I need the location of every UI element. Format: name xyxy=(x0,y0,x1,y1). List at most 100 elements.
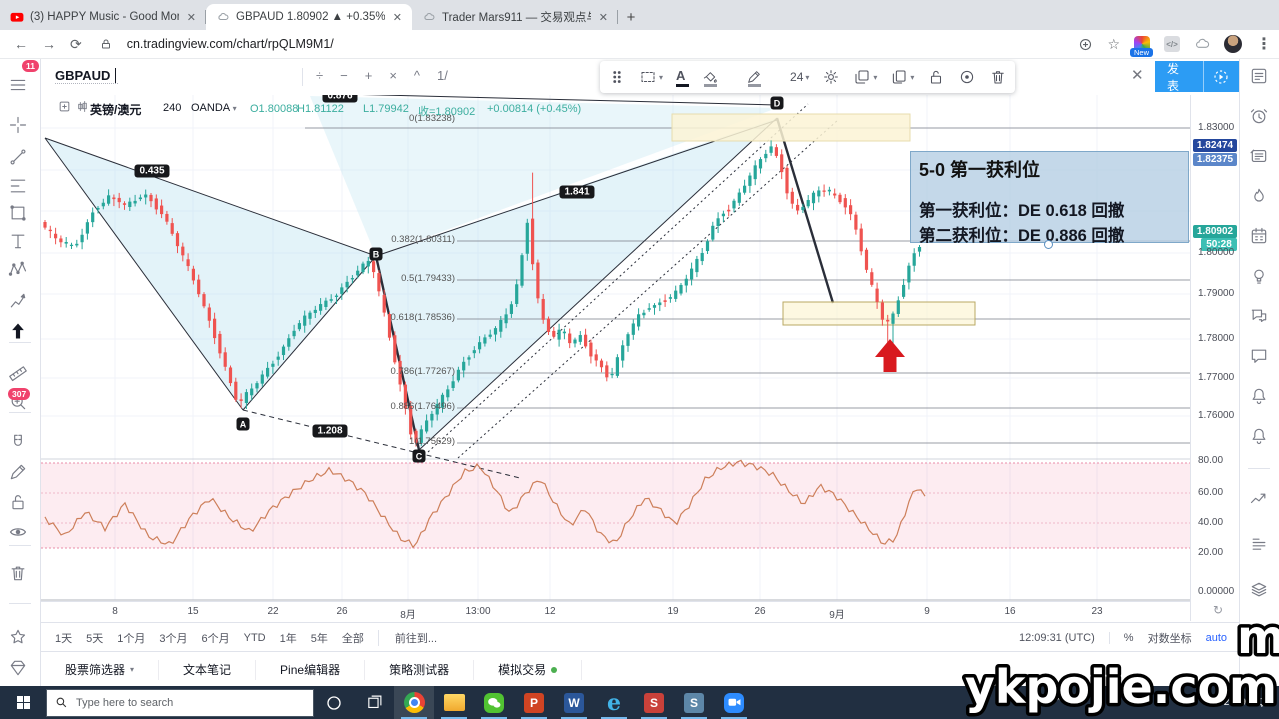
sidebar-flame-icon[interactable] xyxy=(1249,186,1269,206)
style-template-button[interactable]: ▾ xyxy=(639,68,663,86)
tab-close-icon[interactable]: ✕ xyxy=(185,11,198,24)
compare-op[interactable]: × xyxy=(389,68,397,83)
tray-chevron-icon[interactable]: ⌃ xyxy=(1054,696,1063,709)
clone-icon[interactable] xyxy=(890,68,908,86)
layer-order-icon[interactable] xyxy=(853,68,871,86)
symbol-search-input[interactable]: GBPAUD xyxy=(55,68,118,84)
range-button[interactable]: 3个月 xyxy=(159,630,187,646)
start-button[interactable] xyxy=(0,686,46,719)
goto-date-button[interactable]: 前往到... xyxy=(378,630,437,646)
axis-reset-icon[interactable]: ↻ xyxy=(1213,603,1223,617)
add-symbol-icon[interactable] xyxy=(58,100,71,113)
symbol-name[interactable]: 英镑/澳元 xyxy=(90,101,141,118)
text-annotation-box[interactable]: 5-0 第一获利位 第一获利位：DE 0.618 回撤 第二获利位：DE 0.8… xyxy=(910,151,1189,243)
taskbar-sublime-blue[interactable]: S xyxy=(674,686,714,719)
sidebar-comment-icon[interactable] xyxy=(1249,346,1269,366)
sidebar-alarm-icon[interactable] xyxy=(1249,106,1269,126)
settings-icon[interactable] xyxy=(822,68,840,86)
range-button[interactable]: 1天 xyxy=(55,630,72,646)
tool-ruler-icon[interactable] xyxy=(8,362,28,382)
taskbar-chrome[interactable] xyxy=(394,686,434,719)
tool-text-icon[interactable] xyxy=(8,231,28,251)
tool-xabcd-icon[interactable] xyxy=(8,260,28,280)
publish-button[interactable]: 发表 xyxy=(1155,61,1203,92)
tool-trash-icon[interactable] xyxy=(8,563,28,583)
range-button[interactable]: 1年 xyxy=(280,630,297,646)
time-axis[interactable]: 81522268月13:001219269月91623 xyxy=(41,601,1240,622)
taskbar-wechat[interactable] xyxy=(474,686,514,719)
taskbar-powerpoint[interactable]: P xyxy=(514,686,554,719)
log-scale-button[interactable]: 对数坐标 xyxy=(1148,630,1192,646)
settings-button[interactable] xyxy=(822,68,840,86)
new-tab-button[interactable]: + xyxy=(618,4,644,30)
layer-order-button[interactable]: ▾ xyxy=(853,68,877,86)
footer-tab-4[interactable]: 模拟交易 xyxy=(474,660,582,680)
symbol-interval[interactable]: 240 xyxy=(163,102,181,114)
compare-op[interactable]: − xyxy=(340,68,348,83)
extension-rainbow-icon[interactable]: New xyxy=(1134,36,1150,52)
fill-color-icon[interactable] xyxy=(702,69,718,85)
extension-code-icon[interactable]: </> xyxy=(1164,36,1180,52)
compare-op[interactable]: + xyxy=(365,68,373,83)
drag-handle-button[interactable] xyxy=(608,68,626,86)
footer-tab-3[interactable]: 策略测试器 xyxy=(365,660,474,680)
chart-style-icon[interactable] xyxy=(76,100,89,113)
footer-tab-2[interactable]: Pine编辑器 xyxy=(256,660,365,680)
clone-button[interactable]: ▾ xyxy=(890,68,914,86)
cloud-sync-icon[interactable] xyxy=(1194,36,1210,52)
range-button[interactable]: 5年 xyxy=(311,630,328,646)
lock-button[interactable] xyxy=(927,68,945,86)
sidebar-watchlist-icon[interactable] xyxy=(1249,66,1269,86)
auto-scale-button[interactable]: auto xyxy=(1206,632,1227,644)
drag-handle-icon[interactable] xyxy=(608,68,626,86)
compare-op[interactable]: 1/ xyxy=(437,68,448,83)
tool-fib-icon[interactable] xyxy=(8,176,28,196)
tool-gem-icon[interactable] xyxy=(8,658,28,678)
tool-star-icon[interactable] xyxy=(8,627,28,647)
annotation-resize-handle[interactable] xyxy=(1044,240,1053,249)
browser-tab-1[interactable]: GBPAUD 1.80902 ▲ +0.35% Unn✕ xyxy=(206,4,412,30)
tool-trendline-icon[interactable] xyxy=(8,147,28,167)
forward-icon[interactable]: → xyxy=(42,36,56,52)
range-button[interactable]: 5天 xyxy=(86,630,103,646)
taskbar-sublime-red[interactable]: S xyxy=(634,686,674,719)
browser-menu-icon[interactable]: ⋮ xyxy=(1256,34,1272,54)
profile-avatar[interactable] xyxy=(1224,35,1242,53)
visibility-button[interactable] xyxy=(958,68,976,86)
range-button[interactable]: 1个月 xyxy=(117,630,145,646)
taskbar-edge[interactable]: e xyxy=(594,686,634,719)
taskbar-search[interactable]: Type here to search xyxy=(46,689,314,717)
tool-menu-icon[interactable] xyxy=(8,75,28,95)
url-text[interactable]: cn.tradingview.com/chart/rpQLM9M1/ xyxy=(127,37,1072,51)
delete-button[interactable] xyxy=(989,68,1007,86)
font-size-button[interactable]: 24▾ xyxy=(790,70,809,84)
stroke-color-icon[interactable] xyxy=(746,69,762,85)
back-icon[interactable]: ← xyxy=(14,36,28,52)
tool-lock-icon[interactable] xyxy=(8,492,28,512)
close-icon[interactable]: ✕ xyxy=(1131,66,1144,84)
tool-magnet-icon[interactable] xyxy=(8,432,28,452)
range-button[interactable]: 全部 xyxy=(342,630,364,646)
text-color-button[interactable]: A xyxy=(676,68,689,87)
replay-button[interactable] xyxy=(1203,61,1239,92)
bookmark-star-icon[interactable]: ☆ xyxy=(1107,36,1120,53)
sidebar-broker-icon[interactable] xyxy=(1249,580,1269,600)
price-axis[interactable]: 1.82474 1.82375 1.80902 50:28 1.830001.8… xyxy=(1190,95,1241,621)
browser-tab-0[interactable]: (3) HAPPY Music - Good Mornin✕ xyxy=(0,4,206,30)
action-center-icon[interactable] xyxy=(1258,696,1271,709)
range-button[interactable]: YTD xyxy=(244,632,266,644)
symbol-exchange[interactable]: OANDA ▾ xyxy=(191,102,237,114)
lock-icon[interactable] xyxy=(927,68,945,86)
sidebar-tree-icon[interactable] xyxy=(1249,490,1269,510)
tool-shape-icon[interactable] xyxy=(8,203,28,223)
tray-date[interactable]: 9/5/2019 xyxy=(1207,697,1246,708)
percent-scale-button[interactable]: % xyxy=(1124,632,1134,644)
compare-operators[interactable]: ÷−+×^1/ xyxy=(316,68,448,83)
zoom-page-icon[interactable] xyxy=(1078,37,1093,52)
visibility-icon[interactable] xyxy=(958,68,976,86)
sidebar-news-icon[interactable] xyxy=(1249,146,1269,166)
fill-color-button[interactable] xyxy=(702,69,733,85)
sidebar-bellbadge-icon[interactable] xyxy=(1249,386,1269,406)
taskbar-file-explorer[interactable] xyxy=(434,686,474,719)
style-template-icon[interactable] xyxy=(639,68,657,86)
